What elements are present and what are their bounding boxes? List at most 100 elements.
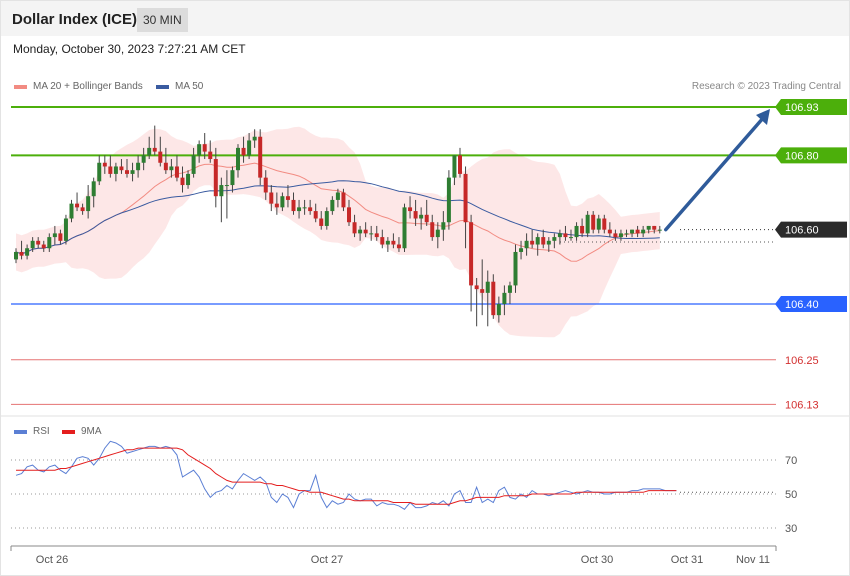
candle-body xyxy=(280,196,285,208)
candle-body xyxy=(385,240,390,245)
candle-body xyxy=(524,240,529,249)
candle-body xyxy=(86,196,91,212)
candle-body xyxy=(141,155,146,163)
candle-body xyxy=(158,151,163,163)
candle-body xyxy=(458,155,462,174)
candle-body xyxy=(463,173,468,223)
candle-body xyxy=(30,240,35,249)
candle-body xyxy=(147,147,152,156)
candle-body xyxy=(341,192,346,208)
candle-body xyxy=(113,166,118,174)
x-tick-label: Oct 26 xyxy=(36,554,68,566)
candle-body xyxy=(552,237,557,241)
candle-body xyxy=(119,166,124,171)
candle-body xyxy=(75,203,80,208)
candle-body xyxy=(224,185,229,187)
candle-body xyxy=(580,225,585,234)
candle-body xyxy=(435,229,440,238)
candle-body xyxy=(291,199,296,212)
candle-body xyxy=(618,233,623,238)
candle-body xyxy=(330,199,335,212)
candle-body xyxy=(191,155,196,174)
candle-body xyxy=(130,170,135,174)
level-label-106.25: 106.25 xyxy=(785,355,819,367)
candle-body xyxy=(47,237,52,249)
candle-body xyxy=(41,244,46,249)
candle-body xyxy=(80,207,85,212)
candle-body xyxy=(374,233,379,238)
forecast-arrow-shaft xyxy=(664,115,766,232)
candle-body xyxy=(557,233,562,238)
level-label-106.93: 106.93 xyxy=(785,102,819,114)
candle-body xyxy=(441,222,446,230)
candle-body xyxy=(125,170,129,174)
candle-body xyxy=(97,162,102,182)
candle-body xyxy=(469,222,474,286)
candle-body xyxy=(496,304,501,316)
candle-body xyxy=(607,229,612,234)
candle-body xyxy=(413,211,418,219)
candle-body xyxy=(574,225,579,238)
candle-body xyxy=(391,240,396,245)
candle-body xyxy=(230,170,235,186)
candle-body xyxy=(446,177,451,223)
candle-body xyxy=(546,240,551,245)
candle-body xyxy=(302,207,307,209)
candle-body xyxy=(208,151,213,160)
candle-body xyxy=(474,285,479,290)
candle-body xyxy=(258,136,263,178)
candle-body xyxy=(519,248,524,252)
level-label-106.80: 106.80 xyxy=(785,150,819,162)
candle-body xyxy=(630,229,635,234)
candle-body xyxy=(563,233,568,238)
candle-body xyxy=(285,196,290,200)
candle-body xyxy=(63,218,68,241)
candle-body xyxy=(646,225,651,230)
candle-body xyxy=(591,214,596,230)
candle-body xyxy=(247,140,252,156)
candle-body xyxy=(202,144,207,152)
candle-body xyxy=(535,237,540,245)
candle-body xyxy=(652,225,657,230)
candle-body xyxy=(108,166,113,174)
candle-body xyxy=(269,192,274,204)
candle-body xyxy=(163,162,168,171)
candle-body xyxy=(197,144,202,156)
candle-body xyxy=(102,162,107,167)
rsi-tick-label: 30 xyxy=(785,523,797,535)
candle-body xyxy=(308,207,313,212)
candle-body xyxy=(491,281,496,316)
candle-body xyxy=(530,240,535,245)
candle-body xyxy=(241,147,246,156)
candle-body xyxy=(396,244,401,249)
candle-body xyxy=(313,211,318,219)
price-chart-svg: 106.93 106.80 106.60 106.40 106.25 106.13 70 50… xyxy=(1,99,849,566)
level-label-106.60: 106.60 xyxy=(785,225,819,237)
candle-body xyxy=(452,155,457,178)
x-tick-label: Oct 31 xyxy=(671,554,703,566)
candle-body xyxy=(52,233,57,238)
candle-body xyxy=(14,251,18,260)
rsi-tick-label: 50 xyxy=(785,489,797,501)
candle-body xyxy=(657,229,662,231)
candle-body xyxy=(263,177,268,193)
candle-body xyxy=(585,214,590,234)
candle-body xyxy=(430,222,435,238)
candle-body xyxy=(297,207,302,212)
candle-body xyxy=(613,233,618,238)
candle-body xyxy=(596,218,601,230)
rsi-series-9MA xyxy=(16,447,677,505)
candle-body xyxy=(541,237,546,245)
candle-body xyxy=(513,251,518,286)
candle-body xyxy=(569,237,573,239)
candle-body xyxy=(91,181,96,197)
candle-body xyxy=(641,229,646,234)
candle-body xyxy=(136,162,141,171)
candle-body xyxy=(69,203,74,219)
candle-body xyxy=(335,192,340,200)
candle-body xyxy=(635,229,640,234)
candle-body xyxy=(58,233,63,241)
bollinger-band xyxy=(16,126,660,338)
candle-body xyxy=(369,233,374,235)
candle-body xyxy=(624,233,629,235)
